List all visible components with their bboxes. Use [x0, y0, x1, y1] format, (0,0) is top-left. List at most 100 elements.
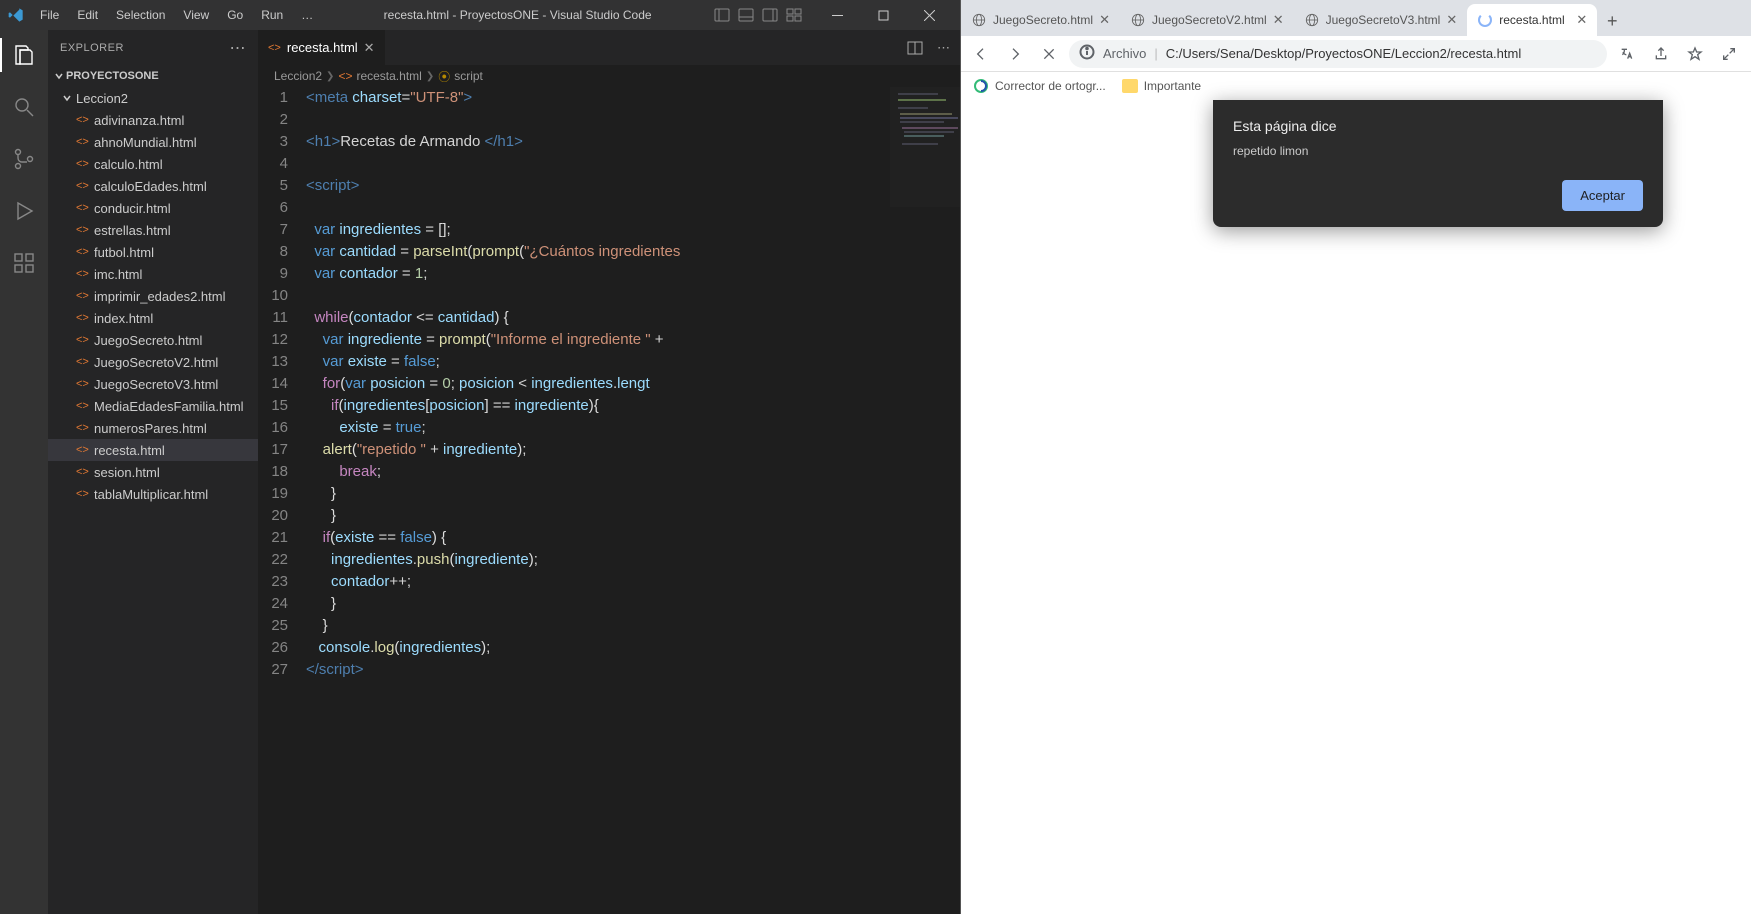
chevron-right-icon: ❯: [426, 71, 434, 82]
html-file-icon: <>: [76, 202, 94, 214]
browser-tab[interactable]: JuegoSecretoV3.html✕: [1294, 4, 1468, 36]
explorer-sidebar: EXPLORER ⋯ PROYECTOSONE Leccion2 <>adivi…: [48, 30, 258, 914]
activity-run-debug[interactable]: [0, 194, 48, 228]
menu-file[interactable]: File: [32, 4, 67, 26]
activity-extensions[interactable]: [0, 246, 48, 280]
file-imc-html[interactable]: <>imc.html: [48, 263, 258, 285]
url-scheme: Archivo: [1103, 46, 1146, 61]
explorer-more-icon[interactable]: ⋯: [230, 38, 247, 58]
layout-controls: [714, 7, 802, 23]
vscode-window: FileEditSelectionViewGoRun… recesta.html…: [0, 0, 960, 914]
expand-icon[interactable]: [1715, 40, 1743, 68]
menu-run[interactable]: Run: [253, 4, 291, 26]
close-button[interactable]: [906, 0, 952, 30]
chevron-down-icon: [62, 91, 76, 106]
browser-tab-strip: JuegoSecreto.html✕JuegoSecretoV2.html✕Ju…: [961, 0, 1751, 36]
activity-source-control[interactable]: [0, 142, 48, 176]
stop-reload-button[interactable]: [1035, 40, 1063, 68]
file-recesta-html[interactable]: <>recesta.html: [48, 439, 258, 461]
html-file-icon: <>: [76, 136, 94, 148]
file-JuegoSecretoV2-html[interactable]: <>JuegoSecretoV2.html: [48, 351, 258, 373]
split-editor-icon[interactable]: [907, 40, 923, 56]
tab-close-icon[interactable]: ✕: [1099, 12, 1110, 28]
editor-tabs: <> recesta.html ✕ ⋯: [258, 30, 960, 65]
file-adivinanza-html[interactable]: <>adivinanza.html: [48, 109, 258, 131]
file-futbol-html[interactable]: <>futbol.html: [48, 241, 258, 263]
file-calculoEdades-html[interactable]: <>calculoEdades.html: [48, 175, 258, 197]
folder-leccion2[interactable]: Leccion2: [48, 87, 258, 109]
translate-icon[interactable]: [1613, 40, 1641, 68]
html-file-icon: <>: [76, 356, 94, 368]
browser-tab[interactable]: recesta.html✕: [1467, 4, 1597, 36]
tab-close-icon[interactable]: ✕: [1446, 12, 1457, 28]
share-icon[interactable]: [1647, 40, 1675, 68]
menu-…[interactable]: …: [293, 4, 321, 26]
file-index-html[interactable]: <>index.html: [48, 307, 258, 329]
minimize-button[interactable]: [814, 0, 860, 30]
html-file-icon: <>: [76, 158, 94, 170]
bookmark-item[interactable]: Corrector de ortogr...: [973, 78, 1106, 94]
window-title: recesta.html - ProyectosONE - Visual Stu…: [321, 8, 714, 22]
tab-close-icon[interactable]: ✕: [364, 40, 375, 56]
editor-area: <> recesta.html ✕ ⋯ Leccion2 ❯ <>recesta…: [258, 30, 960, 914]
title-bar: FileEditSelectionViewGoRun… recesta.html…: [0, 0, 960, 30]
bookmark-star-icon[interactable]: [1681, 40, 1709, 68]
info-icon: [1079, 44, 1095, 63]
page-viewport: Esta página dice repetido limon Aceptar: [961, 100, 1751, 914]
file-estrellas-html[interactable]: <>estrellas.html: [48, 219, 258, 241]
forward-button[interactable]: [1001, 40, 1029, 68]
file-numerosPares-html[interactable]: <>numerosPares.html: [48, 417, 258, 439]
html-file-icon: <>: [76, 378, 94, 390]
panel-right-icon[interactable]: [762, 7, 778, 23]
browser-toolbar: Archivo | C:/Users/Sena/Desktop/Proyecto…: [961, 36, 1751, 72]
file-calculo-html[interactable]: <>calculo.html: [48, 153, 258, 175]
folder-icon: [1122, 79, 1138, 93]
minimap[interactable]: [890, 87, 960, 207]
activity-explorer[interactable]: [0, 38, 48, 72]
file-JuegoSecreto-html[interactable]: <>JuegoSecreto.html: [48, 329, 258, 351]
file-imprimir_edades2-html[interactable]: <>imprimir_edades2.html: [48, 285, 258, 307]
vscode-logo-icon: [8, 7, 24, 23]
bookmark-item[interactable]: Importante: [1122, 79, 1201, 93]
file-MediaEdadesFamilia-html[interactable]: <>MediaEdadesFamilia.html: [48, 395, 258, 417]
address-bar[interactable]: Archivo | C:/Users/Sena/Desktop/Proyecto…: [1069, 40, 1607, 68]
swirl-icon: [973, 78, 989, 94]
menu-view[interactable]: View: [175, 4, 217, 26]
dialog-accept-button[interactable]: Aceptar: [1562, 180, 1643, 211]
explorer-label: EXPLORER: [60, 42, 124, 54]
browser-tab[interactable]: JuegoSecreto.html✕: [961, 4, 1120, 36]
chevron-down-icon: [52, 71, 66, 81]
dialog-title: Esta página dice: [1233, 118, 1643, 134]
menu-go[interactable]: Go: [219, 4, 251, 26]
html-file-icon: <>: [76, 488, 94, 500]
menu-edit[interactable]: Edit: [69, 4, 106, 26]
script-symbol-icon: ⦿: [438, 68, 450, 85]
back-button[interactable]: [967, 40, 995, 68]
tab-close-icon[interactable]: ✕: [1273, 12, 1284, 28]
panel-left-icon[interactable]: [714, 7, 730, 23]
panel-bottom-icon[interactable]: [738, 7, 754, 23]
file-ahnoMundial-html[interactable]: <>ahnoMundial.html: [48, 131, 258, 153]
html-file-icon: <>: [76, 444, 94, 456]
editor-tab-recesta[interactable]: <> recesta.html ✕: [258, 30, 386, 65]
editor-more-icon[interactable]: ⋯: [937, 40, 950, 56]
html-file-icon: <>: [338, 69, 352, 83]
activity-search[interactable]: [0, 90, 48, 124]
menu-bar: FileEditSelectionViewGoRun…: [32, 4, 321, 26]
new-tab-button[interactable]: +: [1597, 6, 1627, 36]
layout-grid-icon[interactable]: [786, 7, 802, 23]
html-file-icon: <>: [76, 422, 94, 434]
code-editor[interactable]: 1234567891011121314151617181920212223242…: [258, 87, 960, 914]
file-conducir-html[interactable]: <>conducir.html: [48, 197, 258, 219]
breadcrumbs[interactable]: Leccion2 ❯ <>recesta.html ❯ ⦿script: [258, 65, 960, 87]
project-root[interactable]: PROYECTOSONE: [48, 65, 258, 87]
maximize-button[interactable]: [860, 0, 906, 30]
browser-tab[interactable]: JuegoSecretoV2.html✕: [1120, 4, 1294, 36]
file-JuegoSecretoV3-html[interactable]: <>JuegoSecretoV3.html: [48, 373, 258, 395]
html-file-icon: <>: [76, 400, 94, 412]
html-file-icon: <>: [76, 290, 94, 302]
menu-selection[interactable]: Selection: [108, 4, 173, 26]
tab-close-icon[interactable]: ✕: [1576, 12, 1587, 28]
file-tablaMultiplicar-html[interactable]: <>tablaMultiplicar.html: [48, 483, 258, 505]
file-sesion-html[interactable]: <>sesion.html: [48, 461, 258, 483]
